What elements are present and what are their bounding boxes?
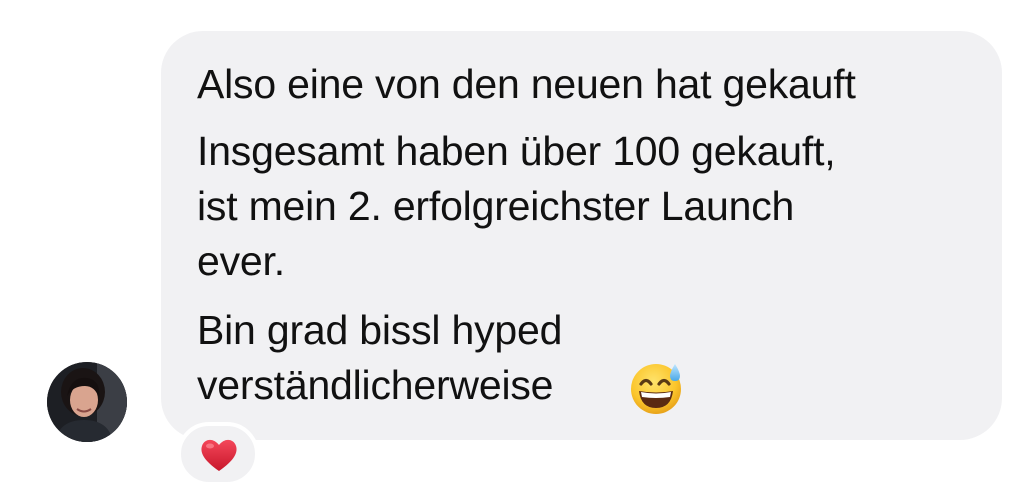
- avatar[interactable]: [47, 362, 127, 442]
- message-line-4: ever.: [197, 238, 285, 284]
- profile-photo-icon: [47, 362, 127, 442]
- message-line-2: Insgesamt haben über 100 gekauft,: [197, 128, 836, 174]
- message-line-6: verständlicherweise: [197, 362, 554, 408]
- reaction-badge[interactable]: [177, 422, 259, 486]
- grinning-face-with-sweat-icon: [631, 364, 681, 414]
- red-heart-icon: [201, 439, 237, 471]
- message-line-5: Bin grad bissl hyped: [197, 307, 563, 353]
- message-line-3: ist mein 2. erfolgreichster Launch: [197, 183, 795, 229]
- chat-screen: Also eine von den neuen hat gekauft Insg…: [0, 0, 1024, 491]
- message-line-1: Also eine von den neuen hat gekauft: [197, 61, 856, 107]
